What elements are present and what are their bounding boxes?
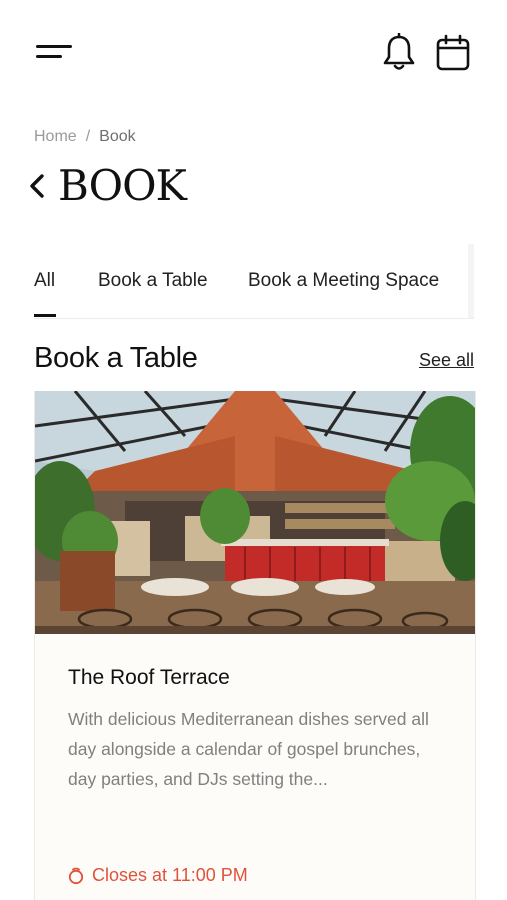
closing-time-text: Closes at 11:00 PM xyxy=(92,865,248,885)
chevron-left-icon[interactable] xyxy=(26,170,48,202)
page-header: BOOK xyxy=(26,160,187,212)
clock-icon xyxy=(68,867,84,884)
top-bar xyxy=(0,0,507,100)
section-title: Book a Table xyxy=(34,342,198,374)
tab-scroll-fade xyxy=(468,244,474,318)
closing-time-status: Closes at 11:00 PM xyxy=(68,865,248,886)
tab-book-a-table[interactable]: Book a Table xyxy=(98,270,208,292)
venue-photo xyxy=(35,391,475,634)
tab-all[interactable]: All xyxy=(34,270,55,292)
calendar-icon[interactable] xyxy=(435,34,471,72)
see-all-link[interactable]: See all xyxy=(419,350,474,371)
tab-bar: All Book a Table Book a Meeting Space xyxy=(34,244,474,319)
breadcrumb-separator: / xyxy=(85,128,91,145)
menu-icon[interactable] xyxy=(36,40,74,64)
card-title: The Roof Terrace xyxy=(68,666,230,689)
bell-icon[interactable] xyxy=(382,33,416,73)
card-description: With delicious Mediterranean dishes serv… xyxy=(68,709,429,789)
breadcrumb-home[interactable]: Home xyxy=(34,128,77,145)
tab-book-a-meeting-space[interactable]: Book a Meeting Space xyxy=(248,270,439,292)
breadcrumb: Home / Book xyxy=(34,128,136,146)
venue-card[interactable]: The Roof Terrace With delicious Mediterr… xyxy=(34,391,476,900)
breadcrumb-current: Book xyxy=(99,128,136,145)
page-title: BOOK xyxy=(58,161,187,210)
active-tab-indicator xyxy=(34,314,56,317)
